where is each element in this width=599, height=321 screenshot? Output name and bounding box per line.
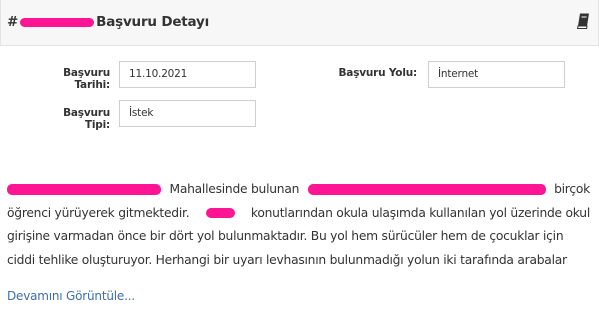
type-label: Başvuru Tipi:: [63, 107, 110, 131]
panel-header: # Başvuru Detayı: [0, 0, 599, 46]
date-field[interactable]: 11.10.2021: [119, 61, 256, 88]
type-field[interactable]: İstek: [119, 100, 256, 127]
text-segment: öğrenci yürüyerek gitmektedir.: [7, 205, 190, 220]
title-text: Başvuru Detayı: [96, 14, 210, 30]
redacted-text: [307, 184, 546, 196]
channel-label: Başvuru Yolu:: [338, 67, 418, 79]
redacted-text: [205, 208, 235, 219]
text-segment: girişine varmadan önce bir dört yol bulu…: [7, 229, 564, 243]
panel-title: # Başvuru Detayı: [7, 14, 209, 30]
text-line: girişine varmadan önce bir dört yol bulu…: [7, 225, 590, 249]
date-label: Başvuru Tarihi:: [63, 67, 110, 91]
text-line: Mahallesinde bulunan birçok: [7, 178, 590, 202]
redacted-application-number: [20, 17, 95, 27]
application-form: Başvuru Tarihi: 11.10.2021 Başvuru Yolu:…: [0, 45, 599, 140]
redacted-text: [7, 184, 161, 196]
text-line: ciddi tehlike oluşturuyor. Herhangi bir …: [7, 249, 590, 273]
text-segment: ciddi tehlike oluşturuyor. Herhangi bir …: [7, 252, 567, 267]
show-more-link[interactable]: Devamını Görüntüle...: [7, 289, 135, 303]
title-prefix: #: [7, 14, 19, 30]
text-segment: Mahallesinde bulunan: [169, 182, 300, 196]
application-detail-panel: # Başvuru Detayı Başvuru Tarihi: 11.10.2…: [0, 0, 599, 321]
text-segment: birçok: [554, 182, 590, 196]
text-line: öğrenci yürüyerek gitmektedir. konutları…: [7, 202, 590, 226]
text-segment: konutlarından okula ulaşımda kullanılan …: [250, 205, 590, 220]
application-text: Mahallesinde bulunan birçok öğrenci yürü…: [7, 178, 590, 272]
channel-field[interactable]: İnternet: [428, 61, 565, 88]
book-icon[interactable]: [577, 13, 590, 29]
